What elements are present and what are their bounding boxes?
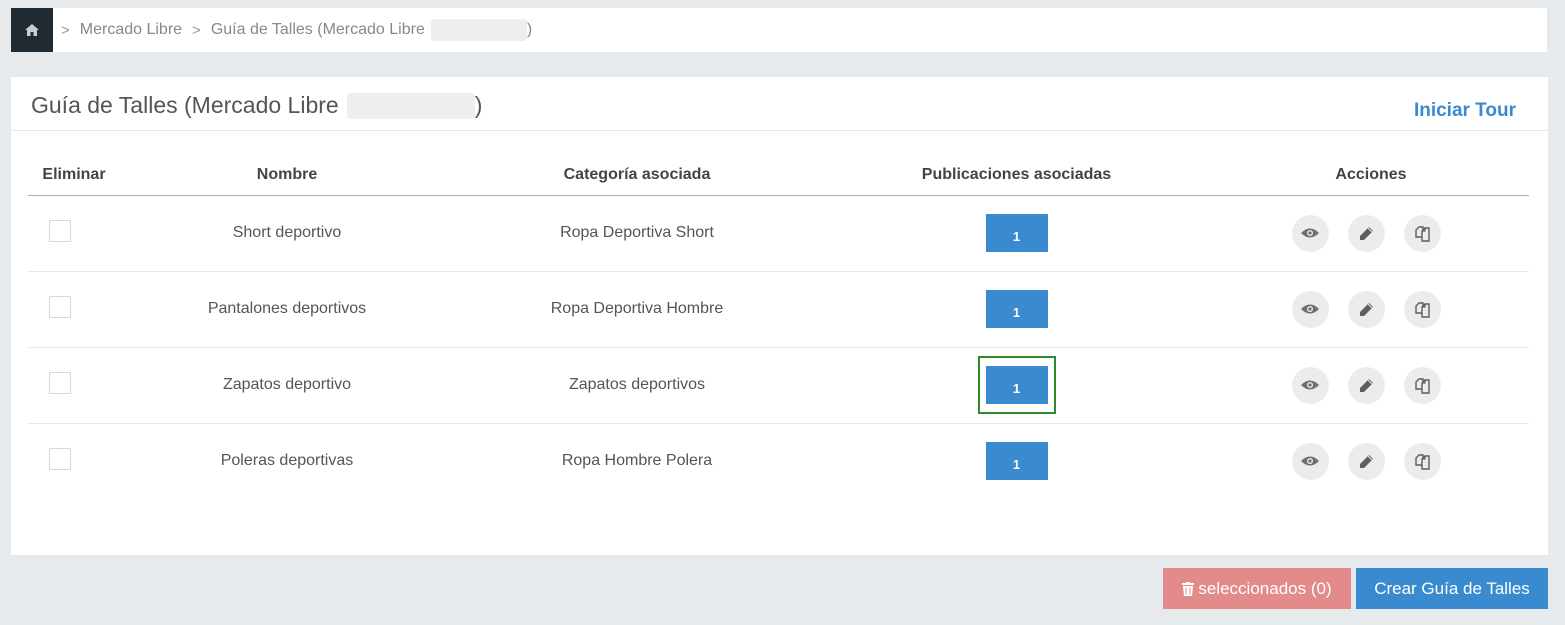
highlighted-publications-box: 1 xyxy=(977,356,1056,414)
breadcrumb-separator: > xyxy=(61,21,70,39)
breadcrumb-item-guia-de-talles: Guía de Talles (Mercado Libre xyxy=(210,21,425,38)
edit-button[interactable] xyxy=(1347,290,1385,328)
header-nombre: Nombre xyxy=(120,153,454,196)
size-guide-panel: Guía de Talles (Mercado Libre ) Iniciar … xyxy=(11,77,1548,555)
row-name: Poleras deportivas xyxy=(220,452,354,470)
table-row: Poleras deportivas Ropa Hombre Polera 1 xyxy=(28,423,1529,499)
copy-button[interactable] xyxy=(1403,214,1441,252)
view-button[interactable] xyxy=(1291,442,1329,480)
page-title-suffix: ) xyxy=(474,92,483,118)
eye-icon xyxy=(1301,456,1319,466)
row-name: Short deportivo xyxy=(120,195,454,272)
table-row: Zapatos deportivo Zapatos deportivos 1 xyxy=(28,347,1529,424)
start-tour-link[interactable]: Iniciar Tour xyxy=(1414,100,1516,122)
home-icon xyxy=(25,24,39,36)
pencil-icon xyxy=(1359,302,1373,316)
view-button[interactable] xyxy=(1291,290,1329,328)
table-row: Pantalones deportivos Ropa Deportiva Hom… xyxy=(28,271,1529,348)
delete-checkbox[interactable] xyxy=(49,371,71,394)
table-row: Short deportivo Ropa Deportiva Short 1 xyxy=(28,195,1529,272)
view-button[interactable] xyxy=(1291,214,1329,252)
delete-selected-label: seleccionados (0) xyxy=(1198,578,1332,598)
copy-icon xyxy=(1414,301,1430,318)
copy-button[interactable] xyxy=(1403,290,1441,328)
home-button[interactable] xyxy=(11,8,53,52)
row-category: Ropa Hombre Polera xyxy=(561,452,713,470)
breadcrumb: > Mercado Libre > Guía de Talles (Mercad… xyxy=(11,8,1547,52)
publications-count-button[interactable]: 1 xyxy=(985,366,1048,404)
header-categoria: Categoría asociada xyxy=(454,153,820,196)
header-eliminar: Eliminar xyxy=(28,153,120,196)
header-acciones: Acciones xyxy=(1213,153,1529,196)
copy-icon xyxy=(1414,454,1430,470)
breadcrumb-separator: > xyxy=(192,21,201,39)
row-category: Zapatos deportivos xyxy=(454,347,820,424)
breadcrumb-item-mercado-libre[interactable]: Mercado Libre xyxy=(80,21,182,39)
copy-icon xyxy=(1414,377,1430,394)
breadcrumb-item-close: ) xyxy=(526,21,533,38)
copy-button[interactable] xyxy=(1403,442,1441,480)
redacted-text xyxy=(430,19,527,41)
eye-icon xyxy=(1301,228,1319,238)
copy-icon xyxy=(1414,225,1430,242)
publications-count-button[interactable]: 1 xyxy=(985,290,1048,328)
table-header-row: Eliminar Nombre Categoría asociada Publi… xyxy=(28,153,1529,196)
edit-button[interactable] xyxy=(1347,214,1385,252)
delete-checkbox[interactable] xyxy=(49,219,71,242)
row-name: Pantalones deportivos xyxy=(120,271,454,348)
trash-icon xyxy=(1182,581,1195,596)
create-size-guide-button[interactable]: Crear Guía de Talles xyxy=(1356,568,1548,609)
delete-checkbox[interactable] xyxy=(49,447,71,470)
page-title: Guía de Talles (Mercado Libre ) xyxy=(31,92,482,119)
row-category: Ropa Deportiva Short xyxy=(454,195,820,272)
size-guides-table: Eliminar Nombre Categoría asociada Publi… xyxy=(28,153,1529,499)
pencil-icon xyxy=(1359,454,1373,468)
eye-icon xyxy=(1301,380,1319,390)
eye-icon xyxy=(1301,304,1319,314)
row-name: Zapatos deportivo xyxy=(120,347,454,424)
delete-checkbox[interactable] xyxy=(49,295,71,318)
copy-button[interactable] xyxy=(1403,366,1441,404)
panel-header: Guía de Talles (Mercado Libre ) Iniciar … xyxy=(11,77,1548,131)
redacted-text xyxy=(346,92,475,119)
edit-button[interactable] xyxy=(1347,366,1385,404)
publications-count-button[interactable]: 1 xyxy=(985,442,1048,481)
page-title-text: Guía de Talles (Mercado Libre xyxy=(31,92,339,118)
delete-selected-button[interactable]: seleccionados (0) xyxy=(1163,568,1351,609)
view-button[interactable] xyxy=(1291,366,1329,404)
edit-button[interactable] xyxy=(1347,442,1385,480)
header-publicaciones: Publicaciones asociadas xyxy=(820,153,1213,196)
row-category: Ropa Deportiva Hombre xyxy=(454,271,820,348)
pencil-icon xyxy=(1359,378,1373,392)
pencil-icon xyxy=(1359,226,1373,240)
publications-count-button[interactable]: 1 xyxy=(985,214,1048,252)
